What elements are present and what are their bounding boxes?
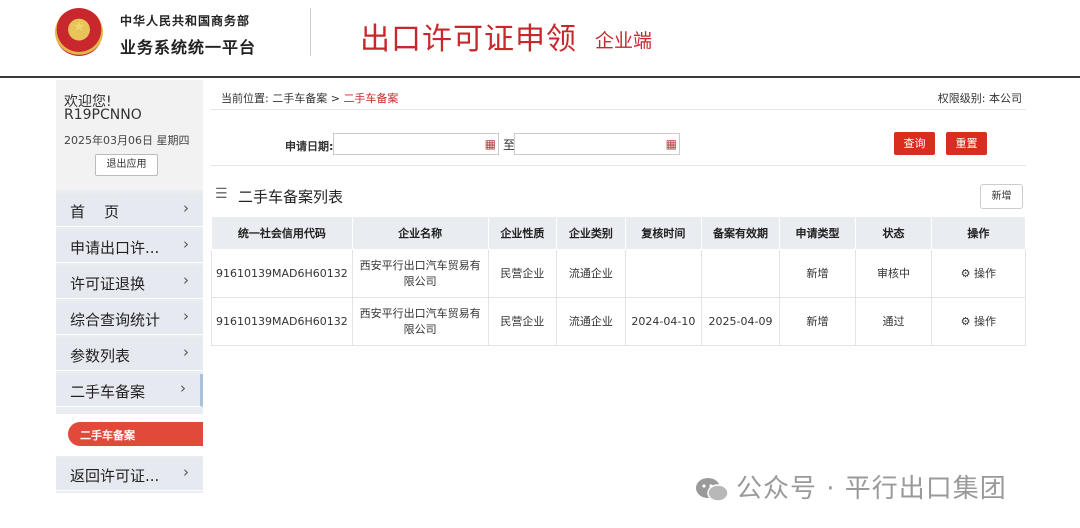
validity-cell [701,249,780,298]
national-emblem-icon: ★ [55,8,103,56]
current-date: 2025年03月06日 星期四 [64,134,190,147]
platform-name: 业务系统统一平台 [120,38,257,57]
credit-code-cell: 91610139MAD6H60132 [211,249,353,298]
start-date-input[interactable]: ▦ [333,133,499,155]
status-cell: 审核中 [855,249,932,298]
chevron-right-icon: › [183,235,189,253]
review-time-cell [624,249,703,298]
chevron-right-icon: › [183,307,189,325]
filter-bar: 申请日期: ▦ 至 ▦ 查询 重置 [211,124,1026,166]
app-subtitle: 企业端 [595,30,653,52]
action-cell[interactable]: ⚙ 操作 [930,297,1027,346]
apply-type-cell: 新增 [778,297,857,346]
sidebar-item-label: 首 页 [70,203,120,221]
sidebar-item-used-car[interactable]: 二手车备案 › [56,374,203,407]
calendar-icon[interactable]: ▦ [485,137,496,151]
permission-level: 权限级别: 本公司 [937,92,1022,105]
add-button[interactable]: 新增 [980,184,1023,209]
ministry-name: 中华人民共和国商务部 [120,14,251,28]
chevron-right-icon: › [183,343,189,361]
breadcrumb-separator: > [330,92,340,105]
column-header: 企业性质 [487,216,558,250]
submenu-item-label: 二手车备案 [80,429,135,442]
validity-cell: 2025-04-09 [701,297,780,346]
sidebar-item-home[interactable]: 首 页 › [56,194,203,227]
breadcrumb-current: 二手车备案 [343,92,399,105]
company-nature-cell: 民营企业 [487,297,558,346]
sidebar-item-label: 综合查询统计 [70,311,161,329]
list-icon: ☰ [215,186,228,202]
apply-type-cell: 新增 [778,249,857,298]
company-name-cell: 西安平行出口汽车贸易有限公司 [351,297,489,346]
breadcrumb-bar: 当前位置: 二手车备案 > 二手车备案 权限级别: 本公司 [211,84,1026,110]
header-divider [310,8,311,56]
chevron-right-icon: › [180,379,186,397]
sidebar-item-label: 参数列表 [70,347,131,365]
watermark: 公众号 · 平行出口集团 [694,468,1007,505]
sidebar-item-license-return[interactable]: 许可证退换 › [56,266,203,299]
review-time-cell: 2024-04-10 [624,297,703,346]
sidebar-item-params[interactable]: 参数列表 › [56,338,203,371]
username: R19PCNNO [64,107,142,123]
column-header: 统一社会信用代码 [211,216,353,250]
action-cell[interactable]: ⚙ 操作 [930,249,1027,298]
sidebar-item-query-stats[interactable]: 综合查询统计 › [56,302,203,335]
column-header: 操作 [930,216,1027,250]
sidebar-item-label: 许可证退换 [70,275,146,293]
table-header-row: 统一社会信用代码 企业名称 企业性质 企业类别 复核时间 备案有效期 申请类型 … [211,216,1027,250]
status-cell: 通过 [855,297,932,346]
sidebar-item-label: 返回许可证... [70,467,160,485]
user-panel: 欢迎您! R19PCNNO 2025年03月06日 星期四 退出应用 [56,80,203,190]
app-title: 出口许可证申领 [360,22,577,57]
wechat-icon [696,477,729,502]
apply-date-label: 申请日期: [285,140,334,153]
company-category-cell: 流通企业 [556,249,626,298]
column-header: 复核时间 [624,216,703,250]
company-name-cell: 西安平行出口汽车贸易有限公司 [351,249,489,298]
sidebar-item-apply-export[interactable]: 申请出口许... › [56,230,203,263]
column-header: 企业名称 [351,216,489,250]
column-header: 备案有效期 [701,216,780,250]
sidebar-item-label: 申请出口许... [70,239,160,257]
column-header: 企业类别 [556,216,626,250]
table-row: 91610139MAD6H60132 西安平行出口汽车贸易有限公司 民营企业 流… [211,297,1027,346]
logout-button[interactable]: 退出应用 [95,154,158,176]
list-title: 二手车备案列表 [238,188,344,206]
breadcrumb-prefix: 当前位置: [221,92,269,105]
gear-icon[interactable]: ⚙ [961,267,971,280]
filing-table: 统一社会信用代码 企业名称 企业性质 企业类别 复核时间 备案有效期 申请类型 … [211,216,1027,346]
app-header: ★ 中华人民共和国商务部 业务系统统一平台 出口许可证申领 企业端 [0,0,1080,78]
chevron-right-icon: › [183,199,189,217]
table-row: 91610139MAD6H60132 西安平行出口汽车贸易有限公司 民营企业 流… [211,249,1027,298]
credit-code-cell: 91610139MAD6H60132 [211,297,353,346]
company-nature-cell: 民营企业 [487,249,558,298]
action-link[interactable]: 操作 [974,267,996,280]
chevron-right-icon: › [183,271,189,289]
sidebar-item-return-license[interactable]: 返回许可证... › [56,458,203,491]
action-link[interactable]: 操作 [974,315,996,328]
sidebar: 欢迎您! R19PCNNO 2025年03月06日 星期四 退出应用 首 页 ›… [56,80,203,493]
company-category-cell: 流通企业 [556,297,626,346]
query-button[interactable]: 查询 [894,132,935,155]
chevron-right-icon: › [183,463,189,481]
submenu-item-used-car-filing[interactable]: 二手车备案 [68,422,203,446]
watermark-text: 公众号 · 平行出口集团 [736,474,1007,504]
breadcrumb: 当前位置: 二手车备案 > 二手车备案 [221,90,398,106]
end-date-input[interactable]: ▦ [514,133,680,155]
column-header: 状态 [855,216,932,250]
sidebar-item-label: 二手车备案 [70,383,146,401]
calendar-icon[interactable]: ▦ [666,137,677,151]
gear-icon[interactable]: ⚙ [961,315,971,328]
column-header: 申请类型 [778,216,857,250]
reset-button[interactable]: 重置 [946,132,987,155]
breadcrumb-level1[interactable]: 二手车备案 [272,92,327,105]
